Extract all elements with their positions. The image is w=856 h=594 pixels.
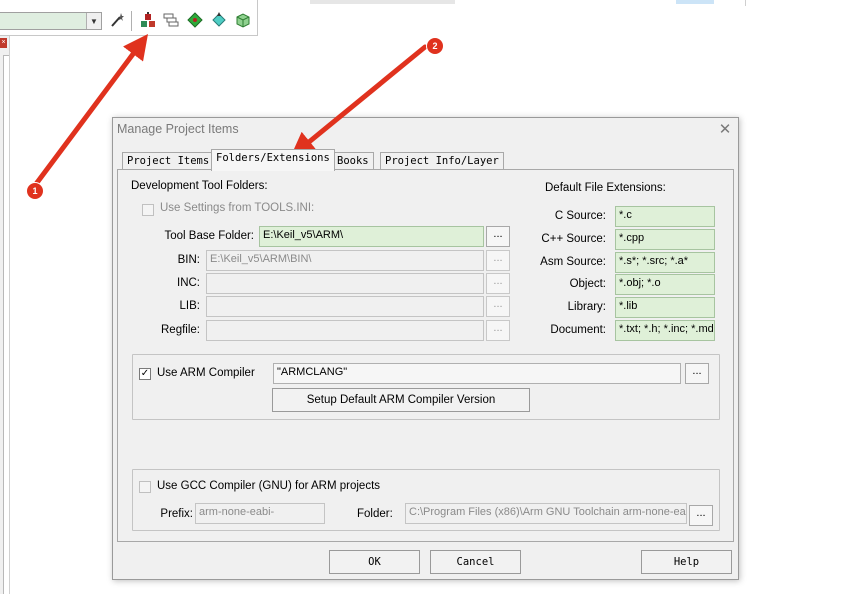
- dev-folders-heading: Development Tool Folders:: [131, 180, 268, 192]
- cpp-source-label: C++ Source:: [541, 233, 606, 245]
- manage-project-items-dialog: Manage Project Items ✕ Project Items Fol…: [112, 117, 739, 580]
- tool-base-label: Tool Base Folder:: [164, 230, 255, 242]
- tab-project-info-layer[interactable]: Project Info/Layer: [380, 152, 504, 170]
- inc-field[interactable]: [206, 273, 484, 294]
- green-diamond-icon[interactable]: [186, 11, 204, 29]
- setup-arm-compiler-button[interactable]: Setup Default ARM Compiler Version: [272, 388, 530, 412]
- tab-project-items[interactable]: Project Items: [122, 152, 215, 170]
- toolbar-divider: [257, 0, 258, 36]
- toolbar-divider: [745, 0, 746, 6]
- help-button[interactable]: Help: [641, 550, 732, 574]
- inc-browse-button[interactable]: ...: [486, 273, 510, 294]
- annotation-badge-2: 2: [427, 38, 443, 54]
- use-settings-checkbox[interactable]: [142, 204, 154, 216]
- cpp-source-field[interactable]: *.cpp: [615, 229, 715, 250]
- diamond-arrow-icon[interactable]: [210, 11, 228, 29]
- arm-compiler-version-field[interactable]: "ARMCLANG": [273, 363, 681, 384]
- toolbar-region: [310, 0, 455, 4]
- tab-panel: Development Tool Folders: Use Settings f…: [117, 169, 734, 542]
- gcc-folder-label: Folder:: [357, 508, 393, 520]
- extensions-heading: Default File Extensions:: [545, 182, 666, 194]
- lib-browse-button[interactable]: ...: [486, 296, 510, 317]
- toolbar-region: [676, 0, 714, 4]
- arm-compiler-browse-button[interactable]: ...: [685, 363, 709, 384]
- library-field[interactable]: *.lib: [615, 297, 715, 318]
- lib-field[interactable]: [206, 296, 484, 317]
- regfile-label: Regfile:: [161, 324, 200, 336]
- c-source-label: C Source:: [554, 210, 606, 222]
- annotation-badge-1: 1: [27, 183, 43, 199]
- tab-folders-extensions[interactable]: Folders/Extensions: [211, 149, 335, 171]
- gcc-prefix-field[interactable]: arm-none-eabi-: [195, 503, 325, 524]
- tool-base-browse-button[interactable]: ...: [486, 226, 510, 247]
- document-field[interactable]: *.txt; *.h; *.inc; *.md: [615, 320, 715, 341]
- close-icon[interactable]: ✕: [717, 122, 733, 138]
- object-label: Object:: [569, 278, 606, 290]
- library-label: Library:: [567, 301, 606, 313]
- tab-books[interactable]: Books: [332, 152, 374, 170]
- inc-label: INC:: [177, 277, 200, 289]
- regfile-field[interactable]: [206, 320, 484, 341]
- gcc-folder-field[interactable]: C:\Program Files (x86)\Arm GNU Toolchain…: [405, 503, 687, 524]
- toolbar-separator: [131, 11, 132, 31]
- asm-source-field[interactable]: *.s*; *.src; *.a*: [615, 252, 715, 273]
- object-field[interactable]: *.obj; *.o: [615, 274, 715, 295]
- use-gcc-compiler-label: Use GCC Compiler (GNU) for ARM projects: [157, 480, 381, 492]
- dialog-title: Manage Project Items: [117, 122, 239, 136]
- regfile-browse-button[interactable]: ...: [486, 320, 510, 341]
- use-gcc-compiler-checkbox[interactable]: [139, 481, 151, 493]
- chevron-down-icon[interactable]: ▼: [86, 13, 101, 29]
- close-icon[interactable]: ×: [0, 38, 7, 48]
- ok-button[interactable]: OK: [329, 550, 420, 574]
- stack-icon[interactable]: [162, 11, 180, 29]
- use-arm-compiler-label: Use ARM Compiler: [157, 367, 255, 379]
- document-label: Document:: [550, 324, 606, 336]
- c-source-field[interactable]: *.c: [615, 206, 715, 227]
- bin-label: BIN:: [177, 254, 200, 266]
- manage-project-items-icon[interactable]: [139, 11, 157, 29]
- use-settings-label: Use Settings from TOOLS.INI:: [160, 202, 315, 214]
- lib-label: LIB:: [179, 300, 200, 312]
- asm-source-label: Asm Source:: [540, 256, 606, 268]
- gcc-folder-browse-button[interactable]: ...: [689, 505, 713, 526]
- main-toolbar: [0, 0, 856, 36]
- tool-base-field[interactable]: E:\Keil_v5\ARM\: [259, 226, 484, 247]
- magic-wand-icon[interactable]: [108, 11, 126, 29]
- cancel-button[interactable]: Cancel: [430, 550, 521, 574]
- bin-field[interactable]: E:\Keil_v5\ARM\BIN\: [206, 250, 484, 271]
- gcc-prefix-label: Prefix:: [160, 508, 193, 520]
- cube-package-icon[interactable]: [234, 11, 252, 29]
- toolbar-divider: [0, 35, 258, 36]
- bin-browse-button[interactable]: ...: [486, 250, 510, 271]
- use-arm-compiler-checkbox[interactable]: ✓: [139, 368, 151, 380]
- project-tree[interactable]: [3, 55, 9, 594]
